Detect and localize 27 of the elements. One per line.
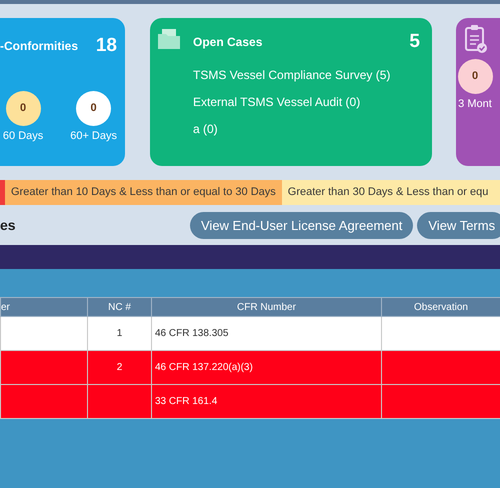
link-button[interactable]: View End-User License Agreement xyxy=(190,212,414,239)
bucket-label: 60+ Days xyxy=(70,128,117,144)
count-badge: 0 xyxy=(76,90,112,126)
case-link[interactable]: a (0) xyxy=(193,120,420,138)
cfr-number: 33 CFR 161.4 xyxy=(155,396,218,407)
legend-swatch: Greater than 10 Days & Less than or equal to 30 Days xyxy=(5,180,282,205)
nc-number: 2 xyxy=(116,362,122,373)
count-badge: 0 xyxy=(458,59,492,94)
card-count: 18 xyxy=(96,34,117,58)
legend-swatch: Greater than 30 Days & Less than or equ xyxy=(282,180,500,205)
column-header[interactable]: er xyxy=(0,298,88,316)
bucket-label: 3 Mont xyxy=(458,97,492,112)
cfr-number: 46 CFR 138.305 xyxy=(155,328,228,339)
card-title: Open Cases xyxy=(193,34,262,52)
folder-icon xyxy=(157,28,181,50)
case-link[interactable]: TSMS Vessel Compliance Survey (5) xyxy=(193,66,420,84)
card-title: -Conformities xyxy=(0,38,78,56)
card-count: 5 xyxy=(409,30,420,54)
bucket-label: 60 Days xyxy=(2,128,44,144)
count-badge: 0 xyxy=(6,90,41,126)
nc-number: 1 xyxy=(116,328,122,339)
link-button[interactable]: View Terms xyxy=(417,212,500,239)
cfr-number: 46 CFR 137.220(a)(3) xyxy=(155,362,253,373)
section-heading: es xyxy=(0,216,17,235)
clipboard-icon xyxy=(464,24,488,54)
case-link[interactable]: External TSMS Vessel Audit (0) xyxy=(193,92,420,110)
column-header[interactable]: CFR Number xyxy=(152,298,382,316)
